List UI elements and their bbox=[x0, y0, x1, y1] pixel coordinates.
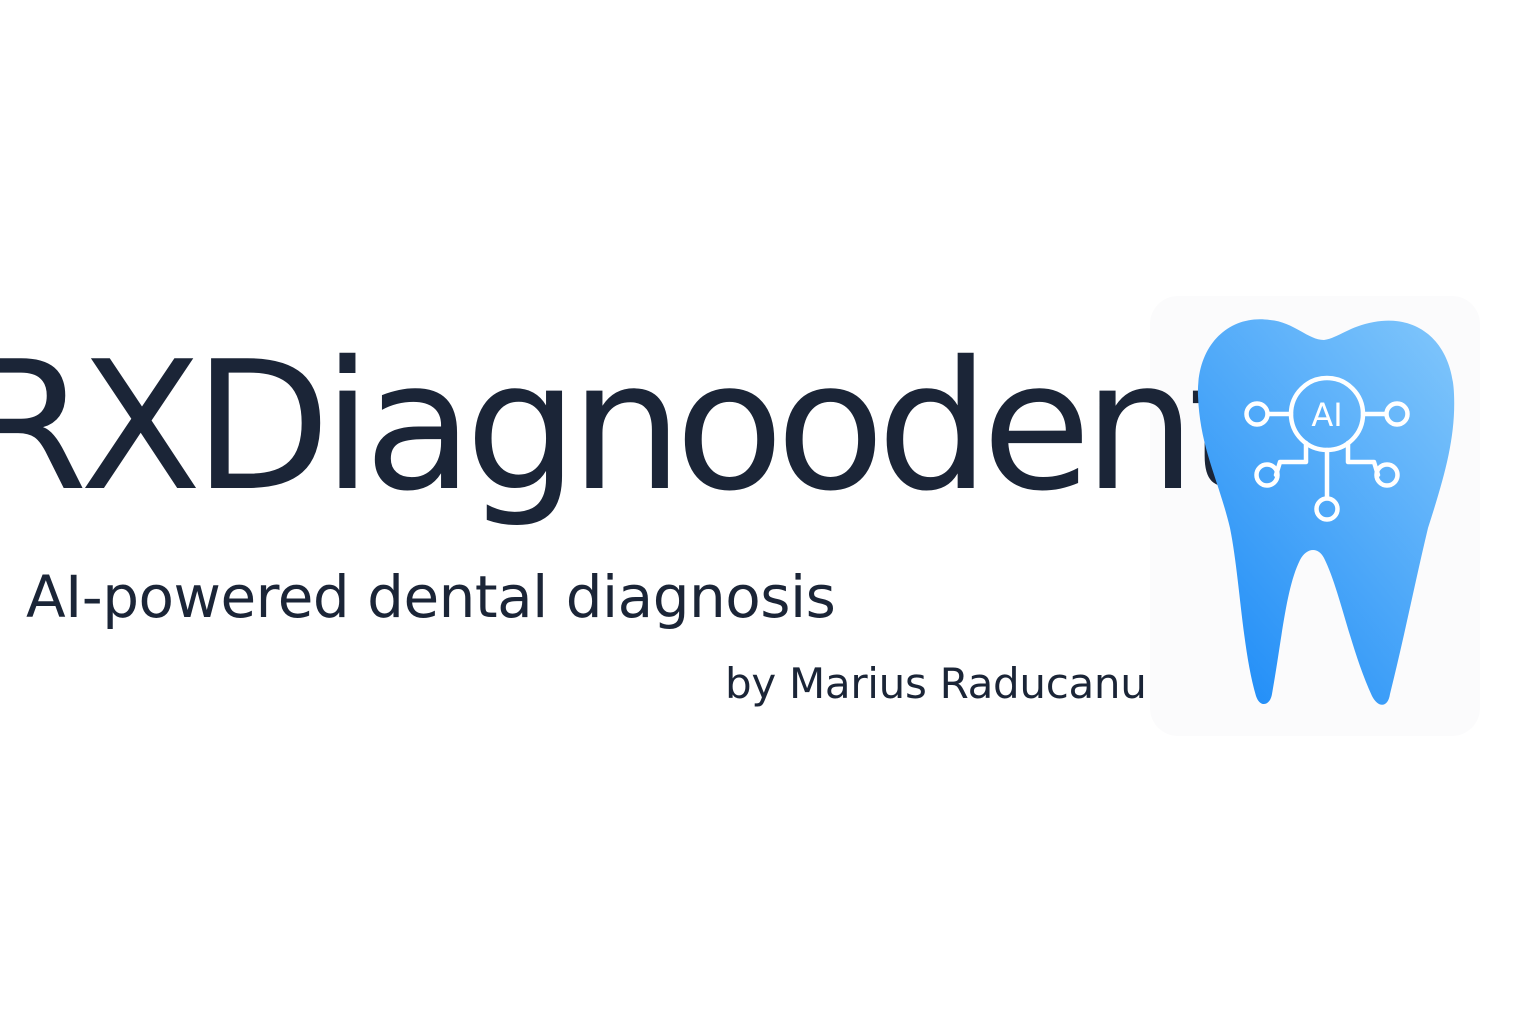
author-credit: by Marius Raducanu bbox=[725, 659, 1147, 708]
tooth-ai-circuit-icon: AI bbox=[1197, 319, 1455, 705]
tagline: AI-powered dental diagnosis bbox=[26, 563, 836, 631]
brand-name: RXDiagnoodent bbox=[0, 323, 1258, 530]
ai-badge-text: AI bbox=[1311, 396, 1342, 434]
